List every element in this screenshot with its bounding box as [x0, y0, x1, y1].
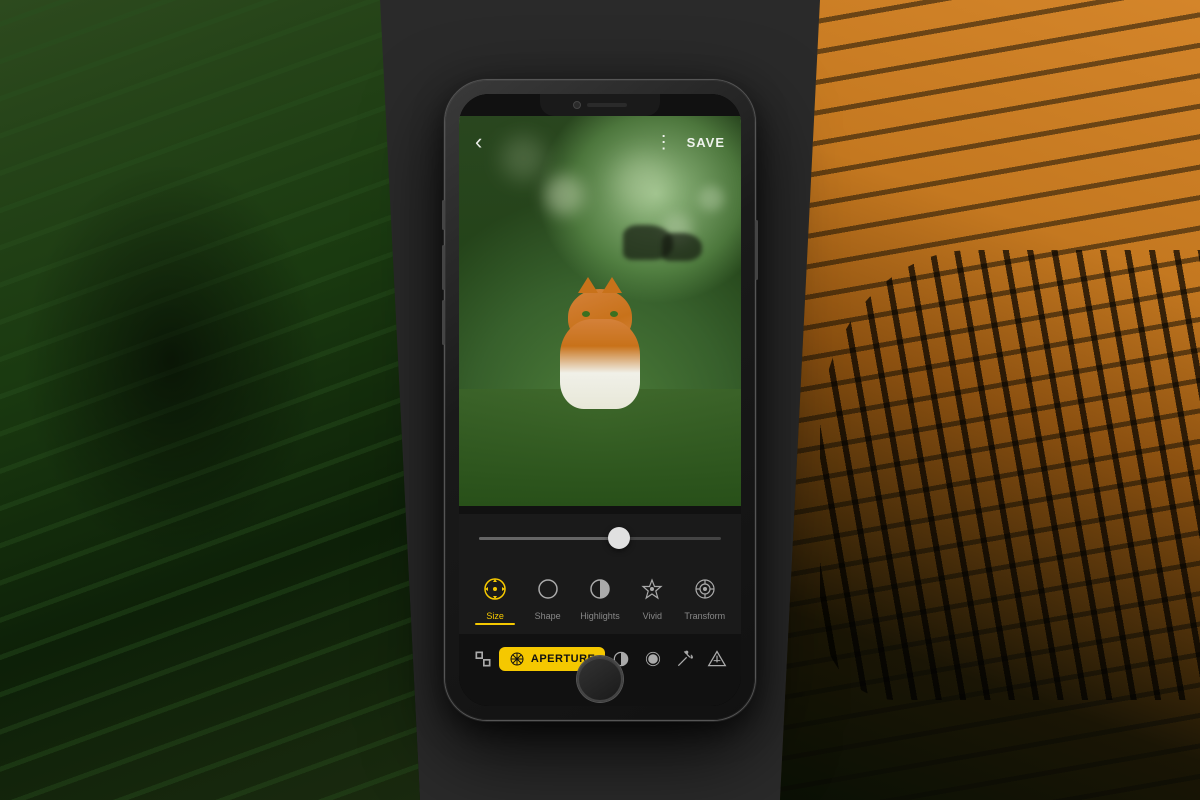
highlights-icon [583, 572, 617, 606]
tools-row: Size Shape [459, 562, 741, 634]
home-button[interactable] [577, 656, 623, 702]
screen-content: ‹ ⋮ SAVE [459, 94, 741, 706]
top-right-buttons: ⋮ SAVE [655, 132, 725, 153]
cat-eye-left [582, 311, 590, 317]
highlights-label: Highlights [580, 611, 620, 621]
phone-body: ‹ ⋮ SAVE [445, 80, 755, 720]
top-bar: ‹ ⋮ SAVE [459, 122, 741, 162]
size-label: Size [486, 611, 504, 621]
exposure-button[interactable] [637, 641, 669, 677]
cat-ear-right [602, 277, 622, 293]
silent-switch [442, 200, 445, 230]
slider-track[interactable] [479, 537, 721, 540]
phone-screen: ‹ ⋮ SAVE [459, 94, 741, 706]
more-options-button[interactable]: ⋮ [655, 132, 673, 153]
slider-fill [479, 537, 619, 540]
cat-photo [459, 116, 741, 506]
slider-area [459, 514, 741, 562]
crop-button[interactable] [467, 641, 499, 677]
bokeh-2 [614, 155, 669, 210]
tool-shape[interactable]: Shape [522, 572, 574, 621]
bg-left-image [0, 0, 420, 800]
filter-button[interactable] [701, 641, 733, 677]
transform-icon [688, 572, 722, 606]
power-button [755, 220, 758, 280]
front-camera [573, 101, 581, 109]
volume-up-button [442, 245, 445, 290]
bg-animal-2 [662, 233, 702, 261]
phone-device: ‹ ⋮ SAVE [445, 80, 755, 720]
tool-size[interactable]: Size [469, 572, 521, 625]
volume-down-button [442, 300, 445, 345]
tool-transform[interactable]: Transform [679, 572, 731, 621]
cat-torso [560, 319, 640, 409]
tool-highlights[interactable]: Highlights [574, 572, 626, 621]
vivid-icon [635, 572, 669, 606]
cat-body [550, 289, 650, 409]
photo-area [459, 116, 741, 506]
magic-button[interactable] [669, 641, 701, 677]
bokeh-1 [544, 175, 584, 215]
vivid-label: Vivid [643, 611, 662, 621]
cat-eye-right [610, 311, 618, 317]
phone-notch [540, 94, 660, 116]
speaker [587, 103, 627, 107]
size-active-indicator [475, 623, 515, 625]
save-button[interactable]: SAVE [687, 135, 725, 150]
shape-icon [531, 572, 565, 606]
bokeh-5 [699, 186, 724, 211]
transform-label: Transform [684, 611, 725, 621]
bg-right-image [780, 0, 1200, 800]
shape-label: Shape [535, 611, 561, 621]
tool-vivid[interactable]: Vivid [626, 572, 678, 621]
cat-ear-left [578, 277, 598, 293]
slider-thumb[interactable] [608, 527, 630, 549]
size-icon [478, 572, 512, 606]
back-button[interactable]: ‹ [475, 129, 482, 155]
